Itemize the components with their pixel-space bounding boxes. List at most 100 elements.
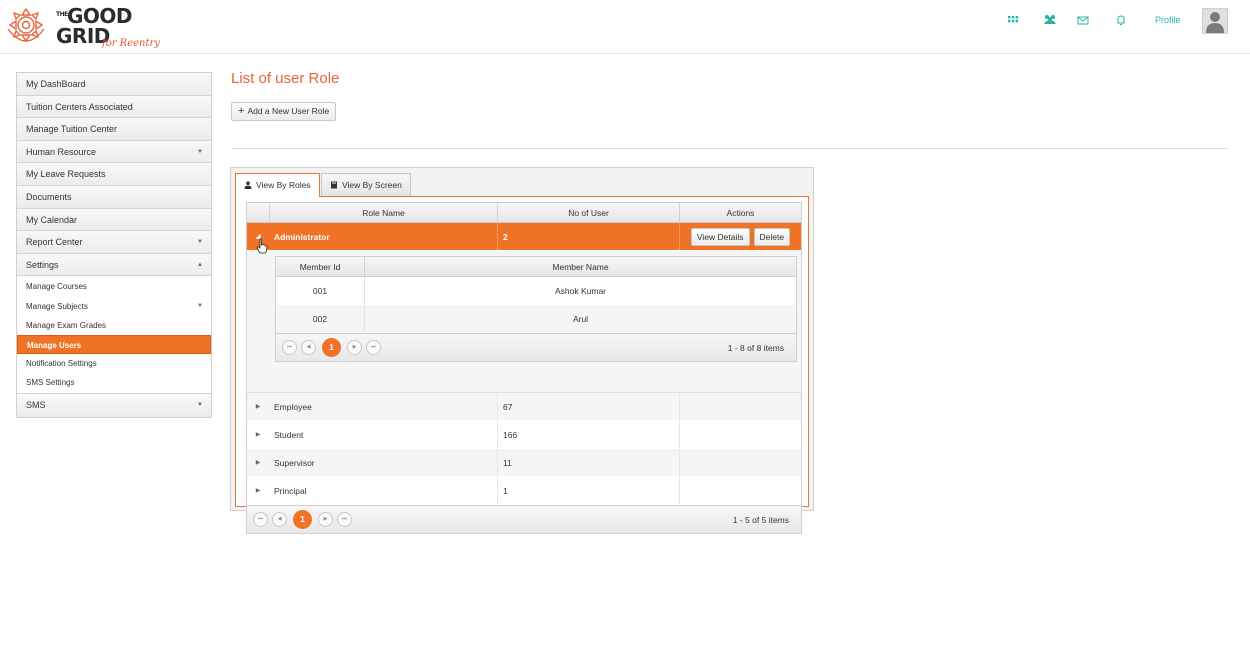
sidebar-item-label: SMS Settings [26,378,75,388]
user-icon [244,181,252,189]
member-id-cell: 002 [312,314,328,324]
sidebar-subitem-notification-settings[interactable]: Notification Settings [17,354,211,374]
logo-the: THE [56,11,68,18]
tab-view-by-screen[interactable]: View By Screen [321,173,411,196]
table-row[interactable]: ▶ Employee 67 [247,393,801,421]
role-name-cell: Student [274,429,304,440]
divider [231,148,1227,149]
sidebar-item-documents[interactable]: Documents [17,185,211,209]
grid-icon[interactable] [1007,14,1021,28]
view-details-button[interactable]: View Details [690,227,750,246]
sidebar-item-label: Manage Exam Grades [26,320,107,330]
role-name-cell: Employee [274,401,312,412]
top-header: THE GOOD GRID for Reentry Profile [0,0,1250,54]
chevron-right-icon: ▶ [255,432,261,438]
sidebar-item-manage-tuition-center[interactable]: Manage Tuition Center [17,118,211,141]
expand-column-header [247,203,269,222]
chevron-down-icon: ▼ [197,402,203,409]
column-header-member-name[interactable]: Member Name [364,257,796,276]
grid-header: Member Id Member Name [276,257,796,277]
tab-view-by-roles[interactable]: View By Roles [235,173,320,197]
sidebar-item-dashboard[interactable]: My DashBoard [17,73,211,96]
next-page-icon[interactable]: ▶ [347,340,362,355]
sidebar-item-label: Manage Courses [26,282,87,292]
hand-cursor-icon [257,238,268,254]
chevron-down-icon: ▼ [197,148,203,155]
actions-cell: View Details Delete [679,223,801,250]
sidebar-subitem-manage-users[interactable]: Manage Users [17,334,211,355]
sidebar-subitem-manage-exam-grades[interactable]: Manage Exam Grades [17,315,211,335]
chevron-right-icon: ▶ [255,404,261,410]
column-header-member-id[interactable]: Member Id [276,257,364,276]
sidebar-item-report-center[interactable]: Report Center ▼ [17,231,211,254]
current-page-button[interactable]: 1 [322,338,341,357]
user-count-cell: 67 [497,393,679,420]
sidebar-item-human-resource[interactable]: Human Resource ▼ [17,140,211,164]
sidebar-subitem-manage-courses[interactable]: Manage Courses [17,277,211,297]
table-row[interactable]: 001 Ashok Kumar [276,277,796,305]
sidebar-item-settings[interactable]: Settings ▲ [17,253,211,277]
expand-toggle[interactable]: ▶ [247,393,269,420]
user-count-cell: 2 [497,223,679,250]
sidebar-item-label: My DashBoard [26,79,86,89]
column-header-actions: Actions [679,203,801,222]
logo-good: GOOD [67,4,133,28]
add-user-role-button[interactable]: + Add a New User Role [231,102,337,121]
sidebar-item-label: Human Resource [26,146,97,157]
row-detail: Member Id Member Name 001 Ashok Kumar 00… [247,251,801,393]
table-row[interactable]: 002 Arul [276,305,796,333]
sidebar-item-tuition-centers-associated[interactable]: Tuition Centers Associated [17,95,211,119]
role-name-cell: Administrator [274,231,330,242]
user-count-cell: 11 [497,449,679,476]
users-icon[interactable] [1043,14,1057,28]
tab-label: View By Roles [256,180,311,190]
prev-page-icon[interactable]: ◀ [272,512,287,527]
column-header-role-name[interactable]: Role Name [269,203,497,222]
roles-pager: ⏮ ◀ 1 ▶ ⏭ 1 - 5 of 5 items [247,505,801,533]
table-row[interactable]: ▶ Principal 1 [247,477,801,505]
app-logo[interactable]: THE GOOD GRID for Reentry [4,3,174,51]
column-header-no-of-user[interactable]: No of User [497,203,679,222]
sidebar-nav: My DashBoard Tuition Centers Associated … [16,72,212,419]
sidebar-item-sms[interactable]: SMS ▼ [17,394,211,418]
profile-link[interactable]: Profile [1155,15,1181,25]
member-name-cell: Ashok Kumar [364,277,796,305]
role-tabstrip: View By Roles View By Screen Role Name N… [230,167,814,534]
sidebar-item-calendar[interactable]: My Calendar [17,208,211,232]
actions-cell [679,449,801,476]
last-page-icon[interactable]: ⏭ [337,512,352,527]
page-title: List of user Role [231,70,340,87]
expand-toggle[interactable]: ▶ [247,477,269,504]
next-page-icon[interactable]: ▶ [318,512,333,527]
expand-toggle[interactable]: ▶ [247,421,269,448]
sidebar-item-leave-requests[interactable]: My Leave Requests [17,163,211,186]
user-silhouette-icon [1206,12,1224,33]
table-row[interactable]: ▶ Supervisor 11 [247,449,801,477]
sidebar-subitem-manage-subjects[interactable]: Manage Subjects ▼ [17,296,211,316]
chevron-down-icon: ▼ [197,239,203,246]
grid-header: Role Name No of User Actions [247,203,801,223]
sidebar-item-label: Tuition Centers Associated [26,101,133,112]
sidebar-subitem-sms-settings[interactable]: SMS Settings [17,373,211,393]
user-count-cell: 166 [497,421,679,448]
chevron-up-icon: ▲ [197,261,203,268]
expand-toggle[interactable]: ▶ [247,449,269,476]
current-page-button[interactable]: 1 [293,510,312,529]
first-page-icon[interactable]: ⏮ [253,512,268,527]
delete-button[interactable]: Delete [753,227,791,246]
table-row[interactable]: ◢ Administrator 2 View Details Delete [247,223,801,251]
sidebar-item-label: SMS [26,400,46,411]
first-page-icon[interactable]: ⏮ [282,340,297,355]
last-page-icon[interactable]: ⏭ [366,340,381,355]
sidebar-item-label: Report Center [26,237,83,248]
add-user-role-label: Add a New User Role [247,106,330,116]
chevron-down-icon: ▼ [197,302,203,309]
table-row[interactable]: ▶ Student 166 [247,421,801,449]
role-name-cell: Supervisor [274,457,315,468]
logo-tagline: for Reentry [102,38,160,49]
prev-page-icon[interactable]: ◀ [301,340,316,355]
avatar[interactable] [1202,8,1228,34]
bell-icon[interactable] [1115,14,1129,28]
mail-icon[interactable] [1077,14,1091,28]
plus-icon: + [238,105,245,117]
